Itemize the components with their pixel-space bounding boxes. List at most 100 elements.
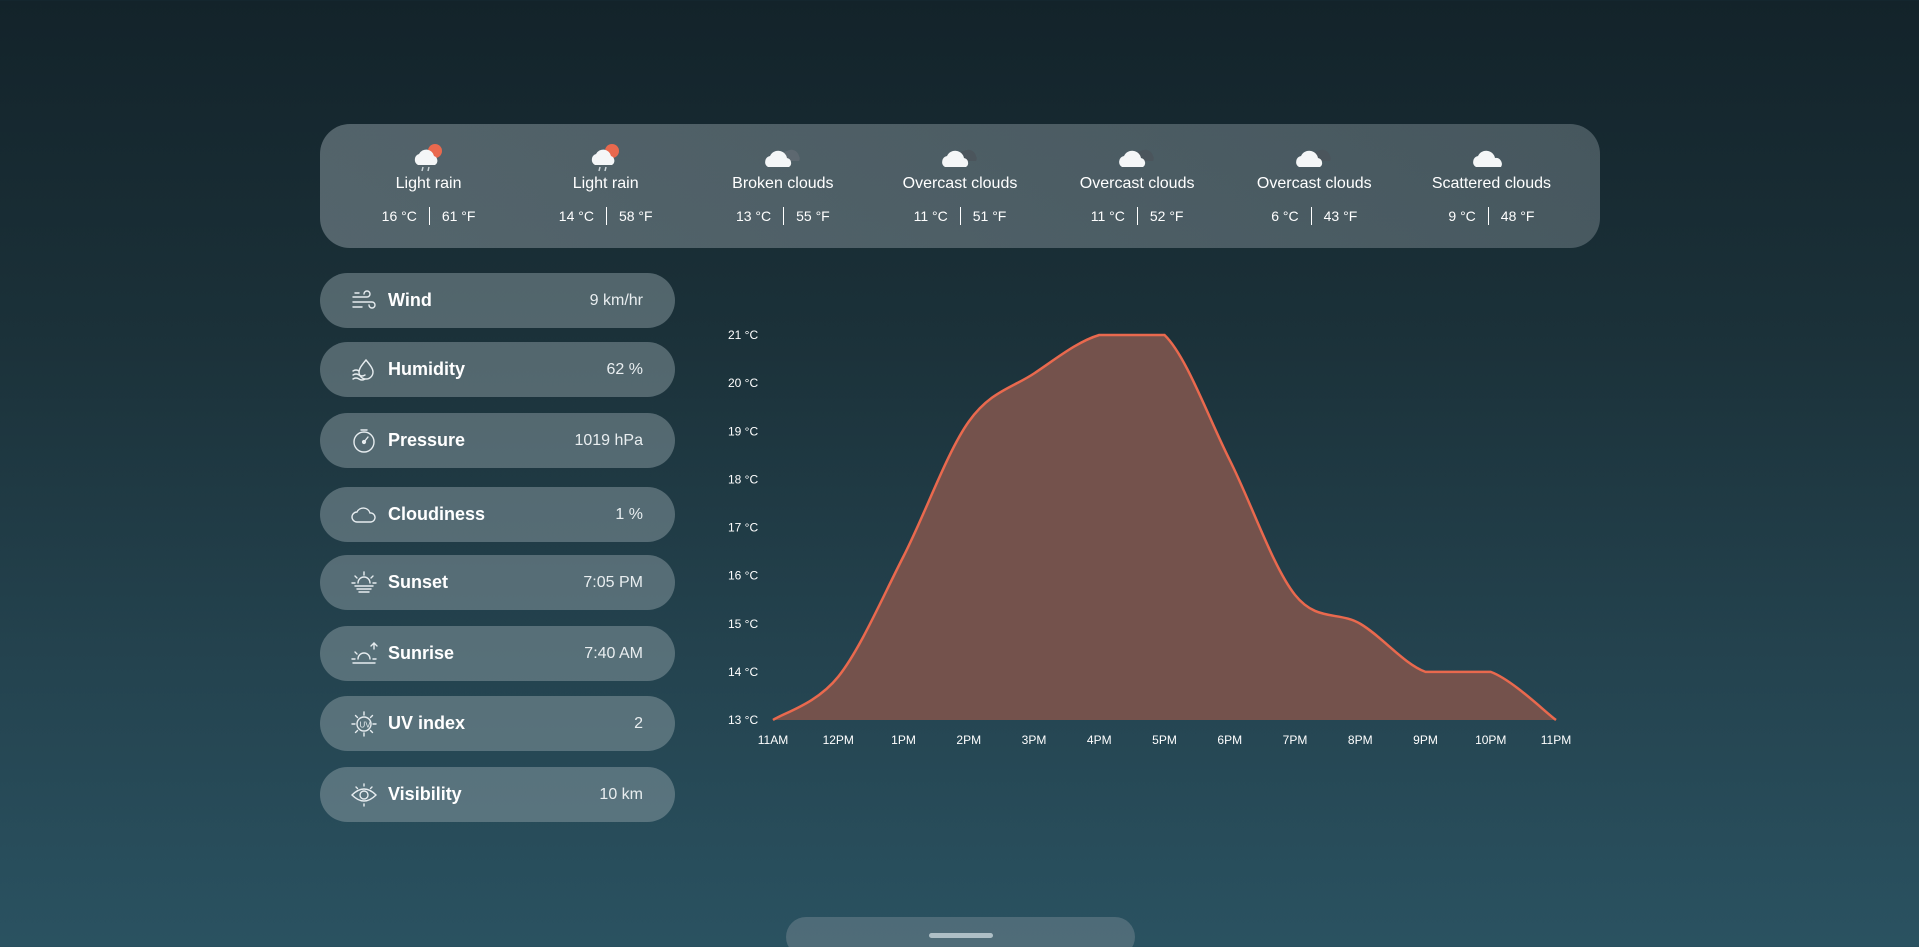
visibility-icon <box>350 781 378 809</box>
hourly-forecast-bar: Light rain 16 °C 61 °F Light rain 14 °C 58 °F… <box>320 124 1600 248</box>
forecast-temp-celsius: 9 °C <box>1448 208 1476 224</box>
forecast-temp-celsius: 6 °C <box>1271 208 1299 224</box>
x-tick-label: 9PM <box>1413 733 1438 747</box>
forecast-temps: 6 °C 43 °F <box>1271 207 1357 225</box>
forecast-description: Scattered clouds <box>1431 175 1551 192</box>
forecast-temps: 13 °C 55 °F <box>736 207 830 225</box>
temperature-point <box>1553 717 1559 723</box>
forecast-item: Broken clouds 13 °C 55 °F <box>703 147 863 225</box>
forecast-temp-celsius: 11 °C <box>1090 208 1125 224</box>
temp-divider <box>1136 207 1138 225</box>
y-tick-label: 15 °C <box>728 617 758 631</box>
forecast-temp-fahrenheit: 58 °F <box>618 208 653 224</box>
broken-clouds-icon <box>763 141 803 173</box>
forecast-description: Overcast clouds <box>1079 175 1195 192</box>
forecast-item: Scattered clouds 9 °C 48 °F <box>1411 147 1571 225</box>
cloud-icon <box>350 501 378 529</box>
temperature-point <box>1357 621 1363 627</box>
y-tick-label: 13 °C <box>728 713 758 727</box>
x-tick-label: 1PM <box>891 733 916 747</box>
y-tick-label: 18 °C <box>728 472 758 486</box>
temp-divider <box>605 207 607 225</box>
temperature-point <box>966 419 972 425</box>
x-tick-label: 6PM <box>1217 733 1242 747</box>
y-tick-label: 17 °C <box>728 521 758 535</box>
temperature-point <box>1162 332 1168 338</box>
forecast-temp-celsius: 13 °C <box>735 208 772 224</box>
drawer-grip-icon[interactable] <box>929 933 993 938</box>
metric-card-cloudiness: Cloudiness 1 % <box>320 487 675 542</box>
x-tick-label: 11AM <box>758 733 788 747</box>
metric-value: 1019 hPa <box>574 431 643 449</box>
metric-value: 2 <box>634 714 643 732</box>
y-tick-label: 16 °C <box>728 569 758 583</box>
forecast-item: Overcast clouds 11 °C 52 °F <box>1057 147 1217 225</box>
svg-text:UV: UV <box>360 720 372 729</box>
temperature-point <box>1292 592 1298 598</box>
x-tick-label: 7PM <box>1283 733 1308 747</box>
forecast-temp-fahrenheit: 43 °F <box>1323 208 1358 224</box>
temp-divider <box>783 207 785 225</box>
forecast-temp-celsius: 11 °C <box>913 208 948 224</box>
x-tick-label: 2PM <box>956 733 981 747</box>
forecast-temp-fahrenheit: 51 °F <box>972 208 1007 224</box>
forecast-description: Broken clouds <box>732 175 834 192</box>
metric-card-humidity: Humidity 62 % <box>320 342 675 397</box>
temp-divider <box>959 207 961 225</box>
forecast-temp-celsius: 14 °C <box>558 208 594 224</box>
forecast-item: Light rain 14 °C 58 °F <box>526 144 686 225</box>
metric-value: 7:40 AM <box>584 644 643 662</box>
scattered-clouds-icon <box>1471 141 1511 173</box>
metric-label: Visibility <box>388 784 462 804</box>
temperature-chart-svg: 13 °C 14 °C 15 °C 16 °C 17 °C 18 °C 19 °C 20 °C… <box>728 328 1571 747</box>
temperature-area-fill <box>773 335 1556 720</box>
metric-value: 1 % <box>615 505 643 523</box>
sunset-icon <box>350 569 378 597</box>
forecast-temps: 14 °C 58 °F <box>559 207 653 225</box>
temperature-point <box>770 717 776 723</box>
x-tick-label: 4PM <box>1087 733 1112 747</box>
forecast-temp-fahrenheit: 52 °F <box>1149 208 1184 224</box>
temperature-point <box>901 553 907 559</box>
metric-label: Humidity <box>388 359 466 379</box>
temp-divider <box>1310 207 1312 225</box>
x-tick-label: 10PM <box>1475 733 1506 747</box>
bottom-drawer-handle[interactable] <box>786 917 1135 947</box>
x-tick-label: 5PM <box>1152 733 1177 747</box>
forecast-temp-fahrenheit: 48 °F <box>1500 208 1535 224</box>
metric-label: Cloudiness <box>388 504 486 524</box>
overcast-clouds-icon <box>940 141 980 173</box>
metric-label: Wind <box>388 290 432 310</box>
temperature-chart: 13 °C 14 °C 15 °C 16 °C 17 °C 18 °C 19 °C 20 °C… <box>720 300 1600 760</box>
x-tick-label: 11PM <box>1541 733 1571 747</box>
temp-divider <box>428 207 430 225</box>
metric-label: Sunset <box>388 572 449 592</box>
temperature-point <box>835 674 841 680</box>
light-rain-icon <box>409 141 449 173</box>
metric-label: Pressure <box>388 430 466 450</box>
sunrise-icon <box>350 640 378 668</box>
forecast-temp-fahrenheit: 55 °F <box>796 208 830 224</box>
metric-card-pressure: Pressure 1019 hPa <box>320 413 675 468</box>
metric-card-sunset: Sunset 7:05 PM <box>320 555 675 610</box>
wind-icon <box>350 287 378 315</box>
metric-value: 7:05 PM <box>583 573 643 591</box>
humidity-icon <box>350 356 378 384</box>
y-tick-label: 19 °C <box>728 424 758 438</box>
forecast-description: Overcast clouds <box>902 175 1018 192</box>
forecast-temps: 11 °C 52 °F <box>1091 207 1184 225</box>
x-tick-label: 8PM <box>1348 733 1373 747</box>
forecast-item: Light rain 16 °C 61 °F <box>349 144 509 225</box>
forecast-temps: 11 °C 51 °F <box>913 207 1007 225</box>
metric-label: UV index <box>388 713 466 733</box>
x-tick-label: 3PM <box>1022 733 1047 747</box>
metric-card-visibility: Visibility 10 km <box>320 767 675 822</box>
metric-card-wind: Wind 9 km/hr <box>320 273 675 328</box>
forecast-temp-fahrenheit: 61 °F <box>441 208 476 224</box>
light-rain-icon <box>586 141 626 173</box>
forecast-item: Overcast clouds 11 °C 51 °F <box>880 147 1040 225</box>
pressure-icon <box>350 427 378 455</box>
overcast-clouds-icon <box>1294 141 1334 173</box>
temperature-point <box>1488 669 1494 675</box>
uv-index-icon: UV <box>350 710 378 738</box>
